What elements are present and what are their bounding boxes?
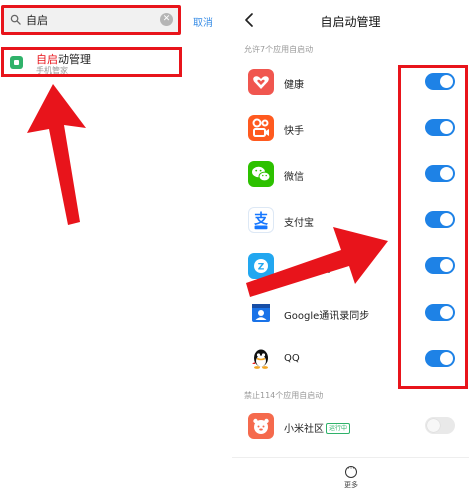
search-bar[interactable]: ✕ [1,5,181,35]
autostart-toggle[interactable] [425,417,455,434]
app-name: 快手 [284,126,304,137]
svg-text:Z: Z [258,263,265,273]
running-badge: 运行中 [326,423,351,434]
bottom-divider [232,457,469,458]
app-row: 小米社区 运行中 [232,406,469,452]
app-name: 健康 [284,80,304,91]
toggle-highlight-box [398,65,468,389]
screenshot-root: ✕ 取消 自启动管理 手机管家 自启动管理 允许7个应用自启动 健康 [0,0,469,496]
app-name: 微信 [284,172,304,183]
xiaomi-community-icon [248,413,274,439]
health-icon [248,69,274,95]
app-name: 小米社区 运行中 [284,420,351,435]
travel-icon: Z [248,253,274,279]
page-title: 自启动管理 [320,15,381,29]
cancel-button[interactable]: 取消 [193,14,213,29]
more-icon [345,464,357,478]
search-pane: ✕ 取消 自启动管理 手机管家 [0,0,232,496]
security-app-icon [10,56,23,69]
app-name-text: 小米社区 [284,424,324,435]
result-subtitle: 手机管家 [36,66,68,75]
app-name: 出行 [312,264,332,275]
svg-text:支: 支 [253,211,268,228]
google-contacts-icon [248,300,274,326]
search-icon [10,14,21,25]
alipay-icon: 支 [248,207,274,233]
search-input[interactable] [26,11,156,29]
app-name: QQ [284,353,300,364]
denied-section-label: 禁止114个应用自启动 [244,391,324,400]
wechat-icon [248,161,274,187]
qq-icon [248,346,274,372]
app-name: 支付宝 [284,218,314,229]
more-label: 更多 [344,481,358,489]
app-name: Google通讯录同步 [284,311,370,322]
more-button[interactable]: 更多 [336,464,366,490]
allowed-section-label: 允许7个应用自启动 [244,45,314,54]
clear-icon[interactable]: ✕ [160,13,173,26]
search-result-item[interactable]: 自启动管理 手机管家 [1,47,182,77]
kuaishou-icon [248,115,274,141]
